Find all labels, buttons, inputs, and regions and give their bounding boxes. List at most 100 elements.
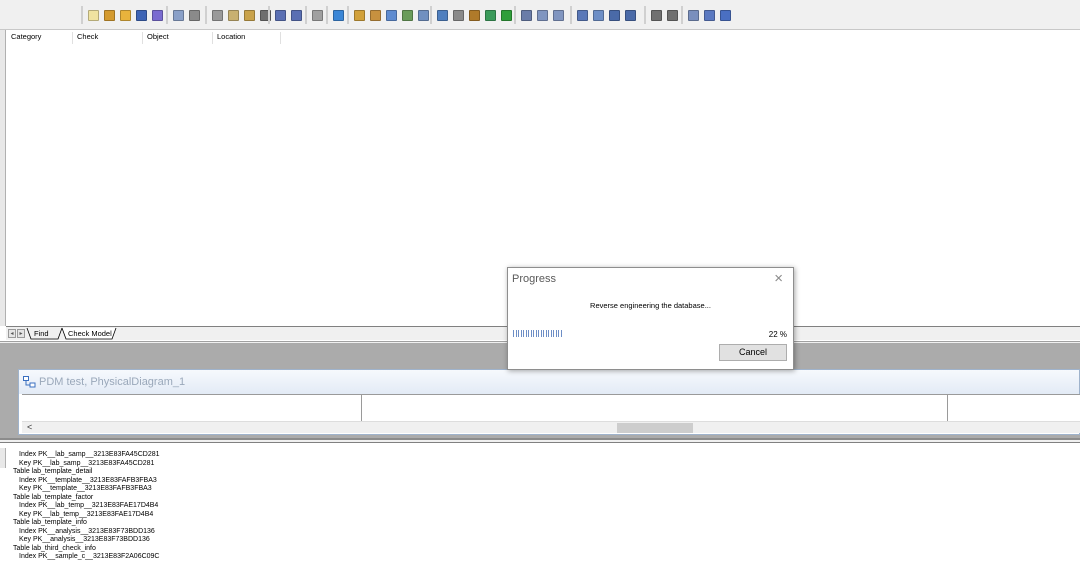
toolbar-group (268, 6, 305, 24)
forward-icon[interactable] (551, 8, 566, 23)
scrollbar-thumb[interactable] (617, 423, 693, 433)
diagram-window[interactable]: PDM test, PhysicalDiagram_1 < (18, 369, 1080, 435)
output-line: Table lab_template_factor (13, 493, 94, 501)
tab-scroll-left-button[interactable]: ◂ (8, 329, 16, 338)
output-line: Key PK__template__3213E83FAFB3FBA3 (19, 485, 152, 492)
cancel-button[interactable]: Cancel (719, 344, 787, 361)
tab-check-model[interactable]: Check Model (64, 328, 116, 339)
progress-segment (530, 330, 532, 337)
progress-segment (525, 330, 527, 337)
copy-icon[interactable] (226, 8, 241, 23)
back-icon[interactable] (535, 8, 550, 23)
align-icon[interactable] (519, 8, 534, 23)
progress-segment (533, 330, 534, 337)
new-file-icon[interactable] (86, 8, 101, 23)
package-icon[interactable] (416, 8, 431, 23)
output-line: Index PK__lab_temp__3213E83FAE17D4B4 (19, 502, 159, 509)
output-line: Key PK__analysis__3213E83F73BDD136 (19, 536, 150, 543)
diagram-window-titlebar[interactable]: PDM test, PhysicalDiagram_1 (19, 370, 1079, 394)
toolbar-group (326, 6, 347, 24)
paste-icon[interactable] (242, 8, 257, 23)
cascade-icon[interactable] (718, 8, 733, 23)
progress-segment (535, 330, 537, 337)
diagram-icon (23, 376, 36, 388)
output-icon[interactable] (623, 8, 638, 23)
progress-dialog: Progress × Reverse engineering the datab… (507, 267, 794, 370)
tab-find[interactable]: Find (30, 328, 53, 339)
output-line: Key PK__lab_samp__3213E83FA45CD281 (19, 459, 155, 467)
progress-segment (515, 330, 517, 337)
undo-icon[interactable] (273, 8, 288, 23)
progress-segment (548, 330, 549, 337)
save-all-icon[interactable] (150, 8, 165, 23)
properties-icon[interactable] (310, 8, 325, 23)
toolbar-group (430, 6, 515, 24)
progress-segment (538, 330, 539, 337)
model-icon[interactable] (331, 8, 346, 23)
print-preview-icon[interactable] (171, 8, 186, 23)
text-icon[interactable] (499, 8, 514, 23)
print-icon[interactable] (187, 8, 202, 23)
tab-scroll-right-button[interactable]: ▸ (17, 329, 25, 338)
output-line: Index PK__template__3213E83FAFB3FBA3 (19, 476, 157, 484)
toolbar-group (205, 6, 274, 24)
progress-bar (513, 330, 740, 337)
output-line: Table lab_third_check_info (13, 544, 96, 552)
procedure-icon[interactable] (400, 8, 415, 23)
table-icon[interactable] (352, 8, 367, 23)
column-header-object[interactable]: Object (145, 32, 213, 44)
progress-segment (520, 330, 522, 337)
output-line: Table lab_template_detail (13, 468, 93, 475)
main-toolbar (0, 0, 1080, 30)
diagram-canvas[interactable] (22, 394, 1080, 424)
browser-icon[interactable] (607, 8, 622, 23)
toolbar-group (644, 6, 681, 24)
open-folder-icon[interactable] (118, 8, 133, 23)
layout-icon[interactable] (575, 8, 590, 23)
page-divider (361, 395, 362, 423)
toolbar-group (570, 6, 639, 24)
zoom-icon[interactable] (649, 8, 664, 23)
progress-segment (543, 330, 544, 337)
progress-segment (523, 330, 524, 337)
tile-icon[interactable] (702, 8, 717, 23)
progress-segment (513, 330, 514, 337)
output-line: Index PK__sample_c__3213E83F2A06C09C (19, 553, 160, 560)
output-line: Index PK__analysis__3213E83F73BDD136 (19, 527, 155, 535)
cut-icon[interactable] (210, 8, 225, 23)
progress-message: Reverse engineering the database... (590, 301, 711, 310)
progress-segment (528, 330, 529, 337)
grid-icon[interactable] (451, 8, 466, 23)
progress-segment (560, 330, 562, 337)
toolbar-group (514, 6, 567, 24)
column-header-category[interactable]: Category (9, 32, 73, 44)
scroll-left-arrow[interactable]: < (27, 422, 32, 432)
save-icon[interactable] (134, 8, 149, 23)
result-list-icon[interactable] (686, 8, 701, 23)
column-header-location[interactable]: Location (215, 32, 281, 44)
toolbar-group (305, 6, 326, 24)
output-grip[interactable] (0, 448, 6, 468)
redo-icon[interactable] (289, 8, 304, 23)
progress-percent: 22 % (768, 330, 787, 339)
panel-grip[interactable] (0, 30, 6, 326)
output-panel: Index PK__lab_samp__3213E83FA45CD281 Key … (0, 442, 1080, 561)
output-line: Key PK__lab_temp__3213E83FAE17D4B4 (19, 510, 154, 518)
diagram-window-title: PDM test, PhysicalDiagram_1 (39, 376, 186, 388)
link-icon[interactable] (483, 8, 498, 23)
view-icon[interactable] (368, 8, 383, 23)
toolbar-group (81, 6, 166, 24)
pen-icon[interactable] (467, 8, 482, 23)
open-model-icon[interactable] (102, 8, 117, 23)
progress-segment (553, 330, 554, 337)
database-icon[interactable] (435, 8, 450, 23)
window-icon[interactable] (665, 8, 680, 23)
toolbar-group (681, 6, 734, 24)
reference-icon[interactable] (384, 8, 399, 23)
column-header-check[interactable]: Check (75, 32, 143, 44)
output-line: Table lab_template_info (13, 519, 87, 526)
list-icon[interactable] (591, 8, 606, 23)
diagram-horizontal-scrollbar[interactable]: < (22, 421, 1080, 433)
close-icon[interactable]: × (774, 270, 783, 287)
page-divider (947, 395, 948, 423)
